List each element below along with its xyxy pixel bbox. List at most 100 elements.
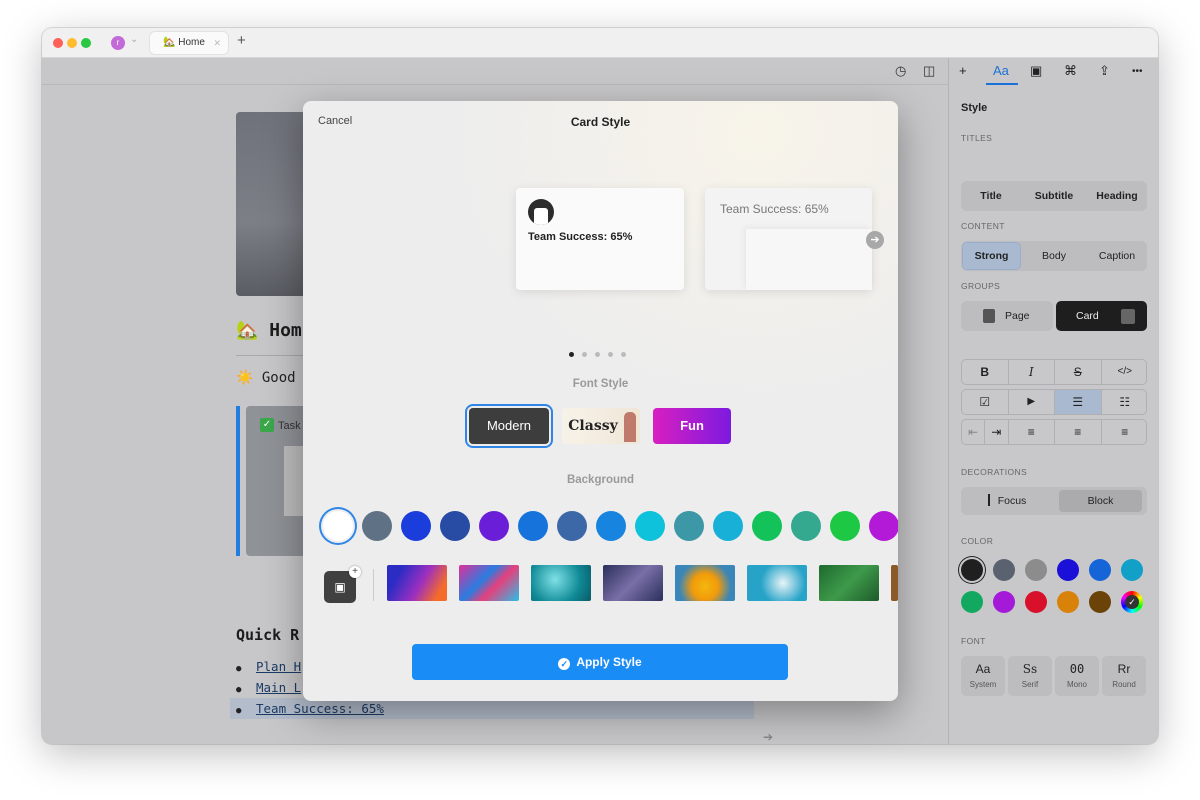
background-color-swatch[interactable]	[635, 511, 665, 541]
cancel-button[interactable]: Cancel	[318, 115, 352, 127]
background-image-gradient[interactable]	[387, 565, 447, 601]
page-dot[interactable]	[582, 352, 587, 357]
tab-home[interactable]: 🏡 Home ✕	[149, 31, 229, 55]
color-swatch[interactable]	[1089, 559, 1111, 581]
command-icon[interactable]: ⌘	[1064, 63, 1077, 79]
chevron-down-icon[interactable]: ⌄	[130, 34, 138, 45]
font-mono-button[interactable]: 00 Mono	[1055, 656, 1099, 696]
strikethrough-button[interactable]: S	[1055, 360, 1102, 384]
background-color-swatch[interactable]	[518, 511, 548, 541]
text-style-icon[interactable]: Aa	[993, 63, 1009, 78]
strong-style-button[interactable]: Strong	[962, 242, 1021, 270]
background-color-swatch[interactable]	[479, 511, 509, 541]
background-image-fluid[interactable]	[459, 565, 519, 601]
numbered-list-icon[interactable]: ☷	[1102, 390, 1149, 414]
apply-style-button[interactable]: ✓ Apply Style	[412, 644, 788, 680]
subtitle-style-button[interactable]: Subtitle	[1023, 181, 1085, 211]
background-image-sky[interactable]	[747, 565, 807, 601]
color-swatch[interactable]	[961, 559, 983, 581]
code-button[interactable]: </>	[1102, 360, 1149, 384]
background-color-swatch[interactable]	[791, 511, 821, 541]
avatar[interactable]: r	[111, 36, 125, 50]
background-color-swatch[interactable]	[323, 511, 353, 541]
font-round-button[interactable]: Rr Round	[1102, 656, 1146, 696]
align-left-icon[interactable]: ≡	[1009, 420, 1055, 444]
list-link[interactable]: Team Success: 65%	[256, 701, 384, 716]
list-link[interactable]: Plan H	[256, 659, 301, 674]
task-card[interactable]: ✓ Task	[246, 406, 310, 556]
add-image-button[interactable]: ▣ +	[324, 566, 361, 603]
style-preview-card-next[interactable]: Team Success: 65%	[705, 188, 872, 290]
align-right-icon[interactable]: ≡	[1102, 420, 1149, 444]
next-arrow-icon[interactable]: ➔	[866, 231, 884, 249]
list-link[interactable]: Main L	[256, 680, 301, 695]
plus-icon[interactable]: +	[959, 63, 967, 78]
color-swatch[interactable]	[961, 591, 983, 613]
share-icon[interactable]: ⇪	[1099, 63, 1110, 79]
background-color-swatch[interactable]	[713, 511, 743, 541]
font-style-modern-button[interactable]: Modern	[469, 408, 549, 444]
body-style-button[interactable]: Body	[1023, 241, 1085, 271]
background-image-water[interactable]	[531, 565, 591, 601]
background-image-galaxy[interactable]	[603, 565, 663, 601]
background-color-swatch[interactable]	[362, 511, 392, 541]
minimize-window-button[interactable]	[67, 38, 77, 48]
block-decoration-button[interactable]: Block	[1059, 490, 1142, 512]
plus-icon: +	[349, 566, 361, 578]
page-indicator[interactable]	[569, 344, 634, 362]
page-dot[interactable]	[595, 352, 600, 357]
group-page-button[interactable]: Page	[961, 301, 1053, 331]
background-color-swatch[interactable]	[557, 511, 587, 541]
sidebar-toggle-icon[interactable]: ◫	[923, 63, 935, 79]
close-tab-icon[interactable]: ✕	[213, 32, 221, 54]
background-color-swatch[interactable]	[752, 511, 782, 541]
bold-button[interactable]: B	[962, 360, 1009, 384]
focus-decoration-button[interactable]: Focus	[961, 487, 1053, 515]
font-style-classy-button[interactable]: Classy	[562, 408, 640, 444]
history-icon[interactable]: ◷	[895, 63, 906, 79]
background-color-swatch[interactable]	[440, 511, 470, 541]
custom-color-picker[interactable]: ✓	[1121, 591, 1143, 613]
color-swatch[interactable]	[993, 559, 1015, 581]
new-tab-button[interactable]: +	[237, 32, 246, 49]
font-style-fun-button[interactable]: Fun	[653, 408, 731, 444]
color-swatch[interactable]	[1057, 559, 1079, 581]
color-swatch[interactable]	[993, 591, 1015, 613]
color-swatch[interactable]	[1121, 559, 1143, 581]
zoom-window-button[interactable]	[81, 38, 91, 48]
close-window-button[interactable]	[53, 38, 63, 48]
page-dot[interactable]	[608, 352, 613, 357]
device-icon[interactable]: ▣	[1030, 63, 1042, 79]
background-color-swatch[interactable]	[401, 511, 431, 541]
checkbox-icon[interactable]: ☑	[962, 390, 1009, 414]
indent-icon[interactable]: ⇥	[985, 420, 1009, 444]
page-dot[interactable]	[569, 352, 574, 357]
heading-style-button[interactable]: Heading	[1087, 181, 1147, 211]
align-center-icon[interactable]: ≡	[1055, 420, 1102, 444]
background-image-flowers[interactable]	[675, 565, 735, 601]
background-image-wood[interactable]	[891, 565, 898, 601]
title-style-button[interactable]: Title	[961, 181, 1021, 211]
background-image-leaf[interactable]	[819, 565, 879, 601]
caption-style-button[interactable]: Caption	[1087, 241, 1147, 271]
background-color-swatch[interactable]	[674, 511, 704, 541]
color-swatch[interactable]	[1057, 591, 1079, 613]
style-preview-card[interactable]: Team Success: 65%	[516, 188, 684, 290]
page-dot[interactable]	[621, 352, 626, 357]
toggle-icon[interactable]: ▶	[1009, 390, 1055, 414]
font-serif-button[interactable]: Ss Serif	[1008, 656, 1052, 696]
more-icon[interactable]: •••	[1132, 66, 1143, 77]
bullet-list-icon[interactable]: ☰	[1055, 390, 1102, 414]
background-color-swatch[interactable]	[869, 511, 898, 541]
color-swatch[interactable]	[1025, 559, 1047, 581]
color-swatch[interactable]	[1025, 591, 1047, 613]
arrow-right-icon[interactable]: ➔	[763, 730, 773, 744]
group-card-button[interactable]: Card	[1056, 301, 1147, 331]
list-item[interactable]: ● Team Success: 65%	[230, 698, 754, 719]
italic-button[interactable]: I	[1009, 360, 1055, 384]
background-color-swatch[interactable]	[830, 511, 860, 541]
color-swatch[interactable]	[1089, 591, 1111, 613]
background-color-swatch[interactable]	[596, 511, 626, 541]
font-system-button[interactable]: Aa System	[961, 656, 1005, 696]
outdent-icon[interactable]: ⇤	[962, 420, 985, 444]
